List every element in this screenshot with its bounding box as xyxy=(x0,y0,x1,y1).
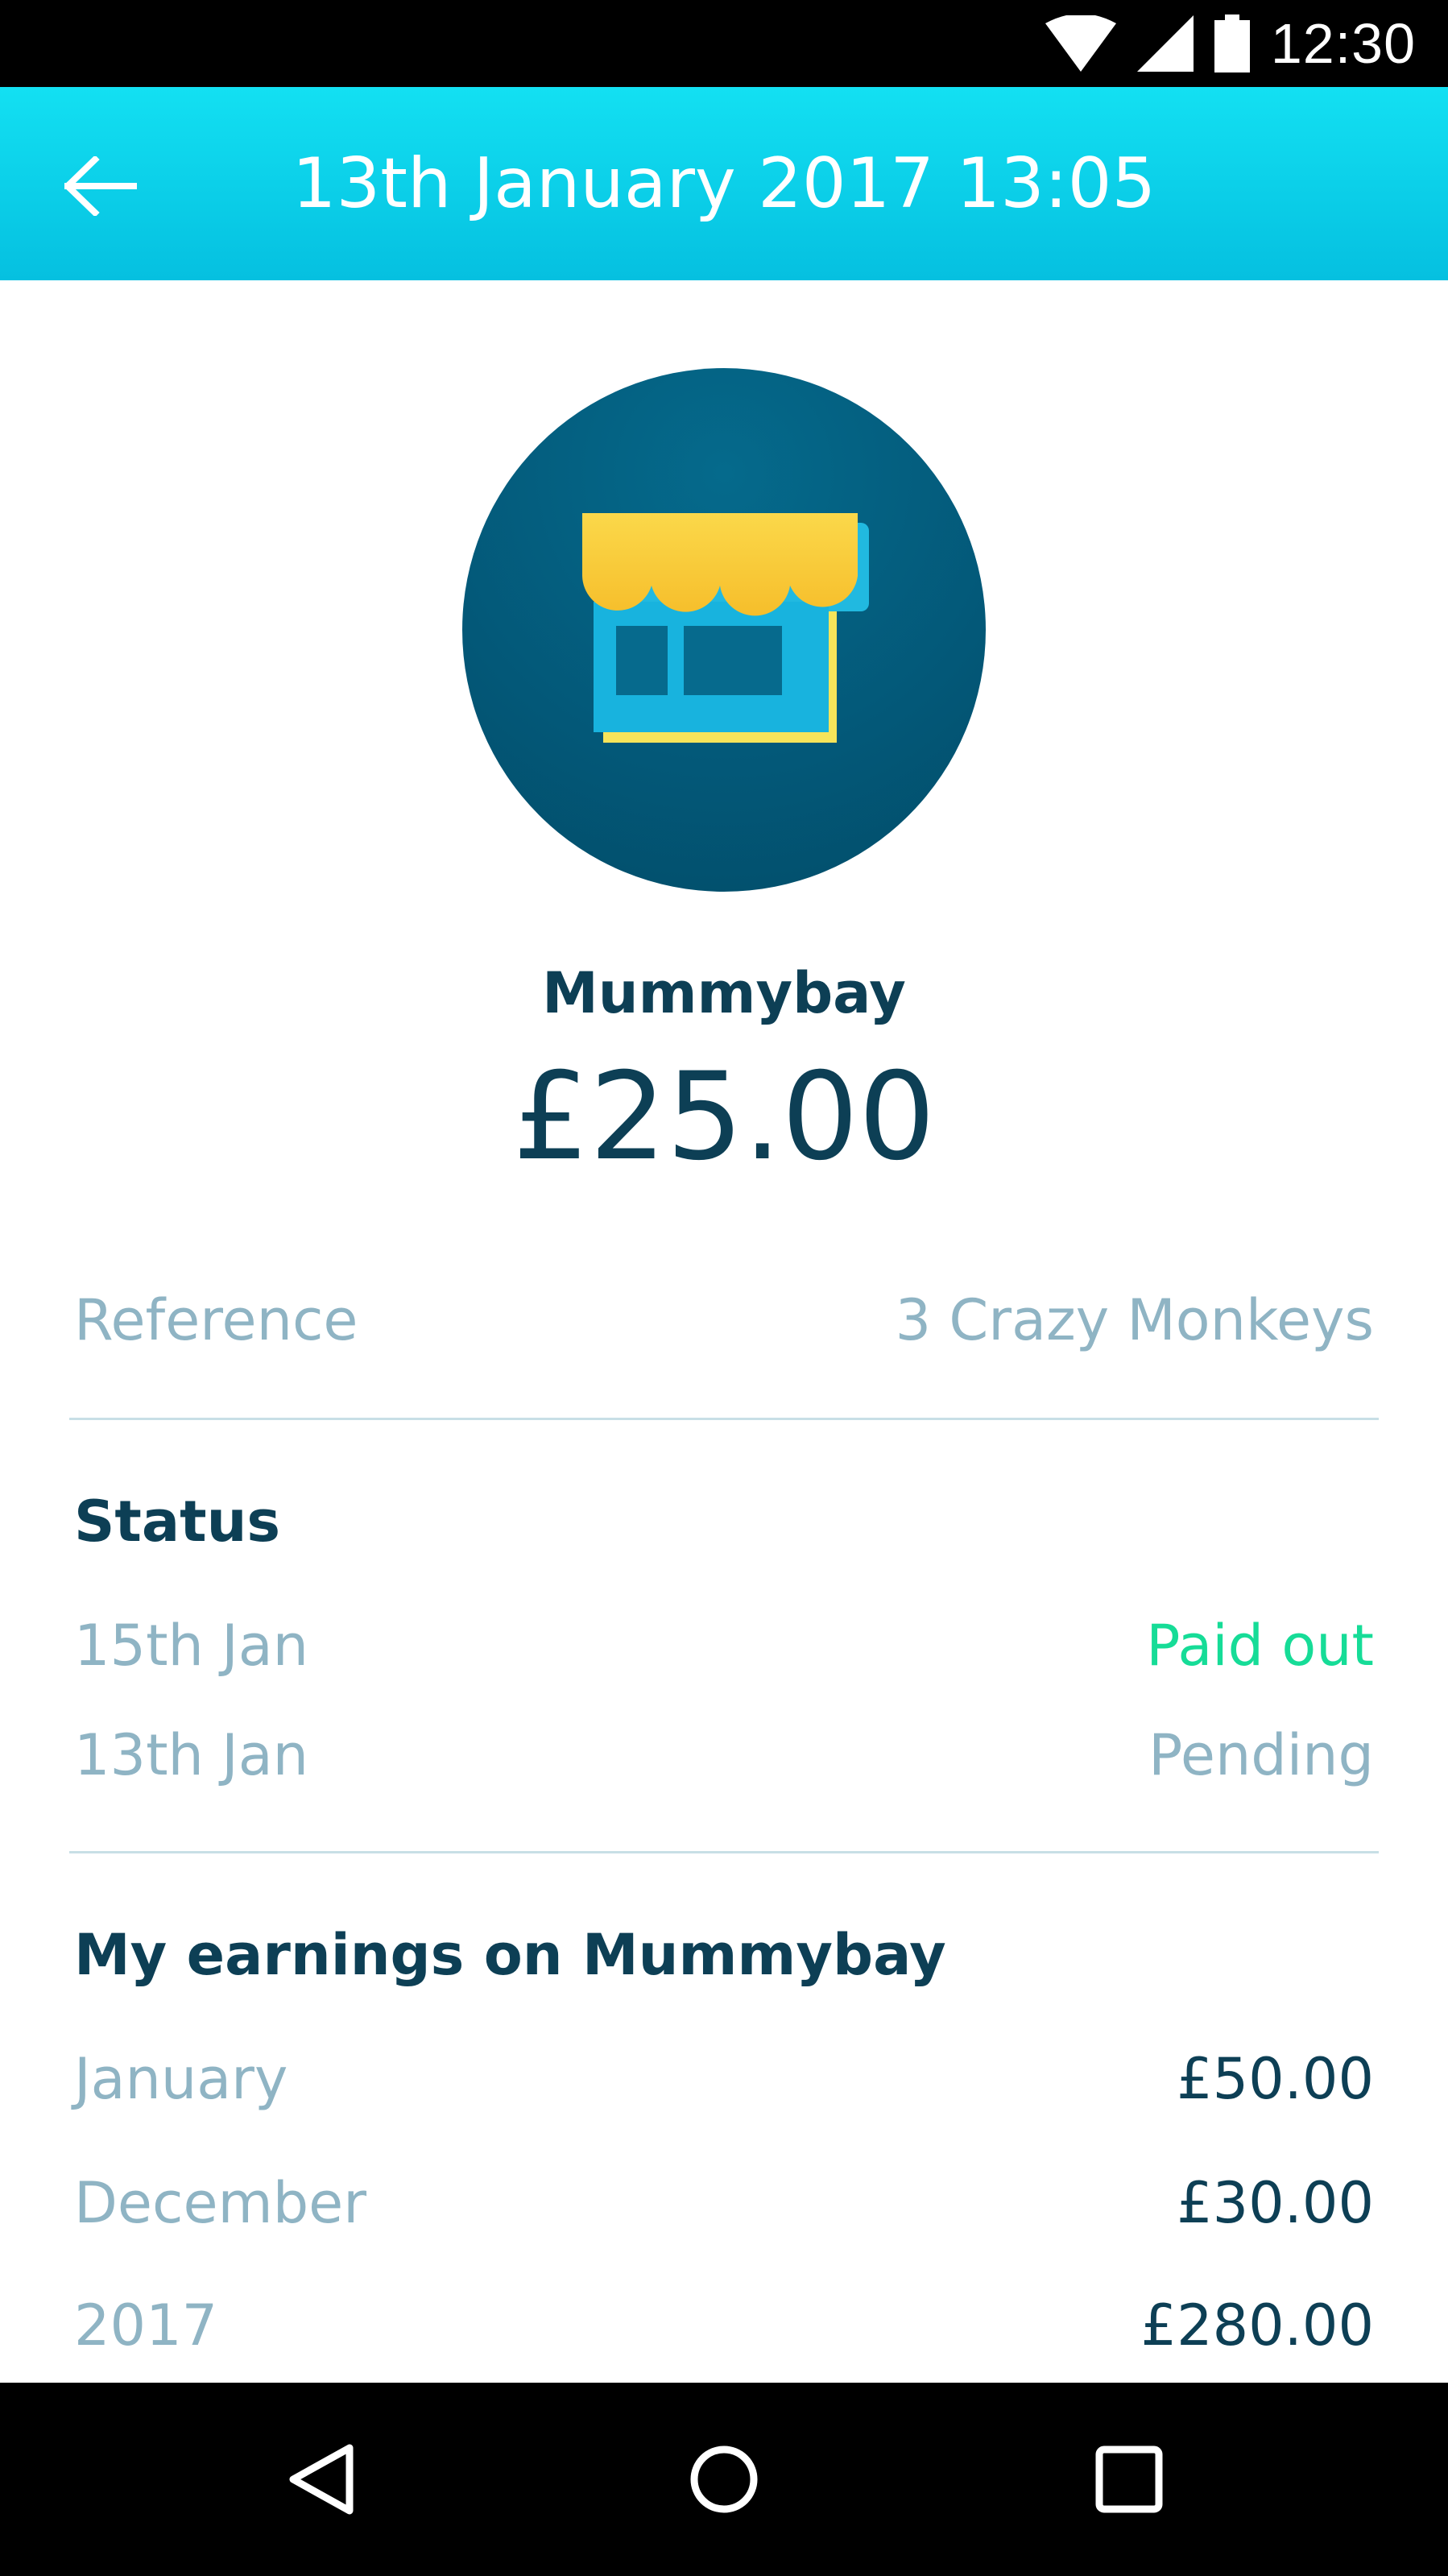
transaction-amount: £25.00 xyxy=(512,1047,936,1187)
status-icons: 12:30 xyxy=(1045,11,1416,76)
reference-value: 3 Crazy Monkeys xyxy=(895,1287,1374,1353)
earnings-row: 2017 £280.00 xyxy=(74,2292,1374,2359)
shop-icon xyxy=(582,513,869,743)
square-recents-icon xyxy=(1095,2446,1163,2513)
status-date: 15th Jan xyxy=(74,1613,309,1679)
merchant-avatar xyxy=(462,368,986,892)
earnings-amount: £50.00 xyxy=(1177,2046,1374,2112)
earnings-amount: £280.00 xyxy=(1140,2292,1374,2359)
status-row: 15th Jan Paid out xyxy=(74,1613,1374,1679)
page-title: 13th January 2017 13:05 xyxy=(292,143,1156,224)
battery-icon xyxy=(1214,14,1250,72)
app-bar: 13th January 2017 13:05 xyxy=(0,87,1448,280)
earnings-period: December xyxy=(74,2170,366,2236)
status-value: Paid out xyxy=(1146,1613,1374,1679)
nav-back-button[interactable] xyxy=(264,2423,377,2536)
nav-recents-button[interactable] xyxy=(1073,2423,1185,2536)
divider xyxy=(69,1418,1379,1420)
earnings-period: 2017 xyxy=(74,2292,218,2359)
reference-row: Reference 3 Crazy Monkeys xyxy=(74,1287,1374,1353)
status-date: 13th Jan xyxy=(74,1722,309,1788)
status-heading: Status xyxy=(74,1489,281,1555)
status-time: 12:30 xyxy=(1270,12,1416,75)
triangle-back-icon xyxy=(289,2444,354,2515)
earnings-row: January £50.00 xyxy=(74,2046,1374,2112)
divider xyxy=(69,1851,1379,1853)
status-row: 13th Jan Pending xyxy=(74,1722,1374,1788)
earnings-period: January xyxy=(74,2046,288,2112)
earnings-amount: £30.00 xyxy=(1177,2170,1374,2236)
system-nav-bar xyxy=(0,2383,1448,2576)
status-bar: 12:30 xyxy=(0,0,1448,87)
wifi-icon xyxy=(1045,15,1116,72)
earnings-heading: My earnings on Mummybay xyxy=(74,1922,946,1988)
earnings-row: December £30.00 xyxy=(74,2170,1374,2236)
merchant-name: Mummybay xyxy=(542,960,906,1026)
cellular-signal-icon xyxy=(1136,15,1194,72)
reference-label: Reference xyxy=(74,1287,358,1353)
nav-home-button[interactable] xyxy=(668,2423,780,2536)
status-value: Pending xyxy=(1148,1722,1374,1788)
circle-home-icon xyxy=(690,2446,758,2513)
